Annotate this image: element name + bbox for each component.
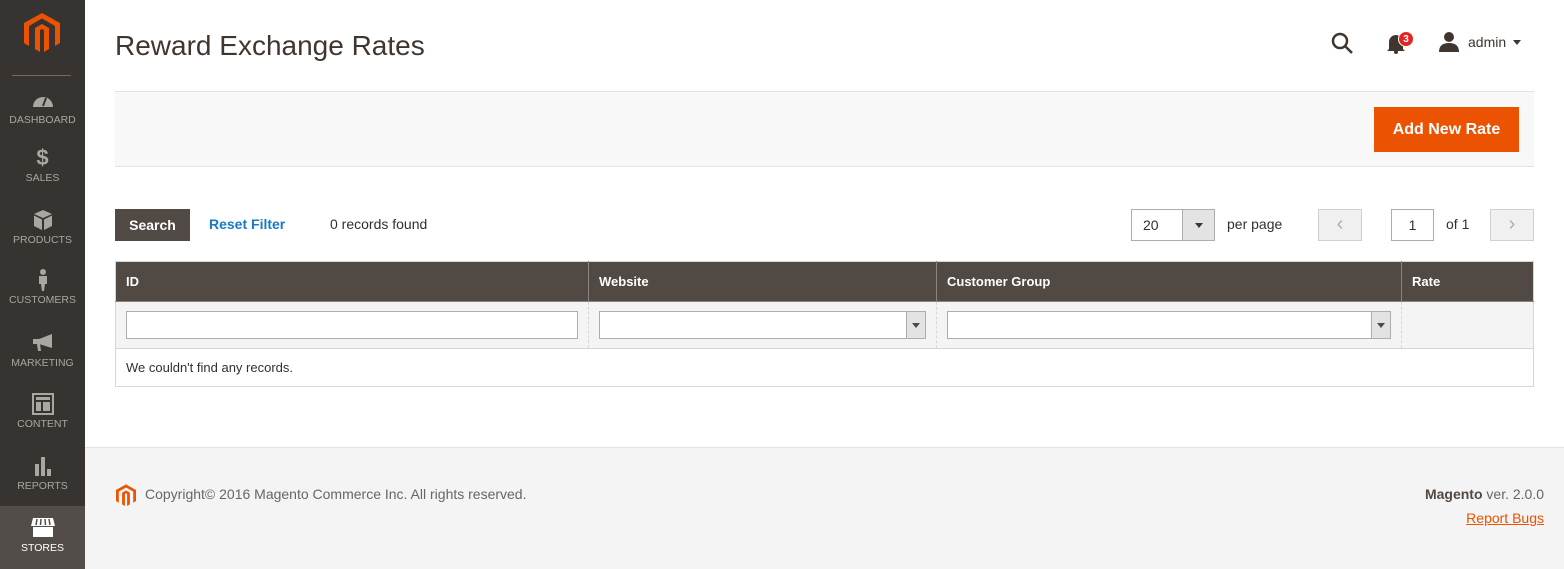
customer-group-filter-select[interactable]	[947, 311, 1391, 339]
bar-chart-icon	[34, 457, 51, 476]
sidebar-item-dashboard[interactable]: DASHBOARD	[0, 88, 85, 150]
add-new-rate-button[interactable]: Add New Rate	[1374, 107, 1519, 152]
brand-name: Magento	[1424, 486, 1483, 502]
chevron-left-icon: ‹	[1336, 213, 1344, 235]
per-page-label: per page	[1227, 216, 1283, 232]
sidebar-item-customers[interactable]: CUSTOMERS	[0, 268, 85, 330]
reset-filter-link[interactable]: Reset Filter	[209, 216, 285, 232]
report-bugs-link[interactable]: Report Bugs	[1466, 510, 1544, 526]
dashboard-icon	[32, 97, 53, 107]
total-pages-label: of 1	[1446, 216, 1470, 232]
dollar-icon: $	[36, 145, 49, 170]
copyright-text: Copyright© 2016 Magento Commerce Inc. Al…	[145, 486, 527, 502]
chevron-right-icon: ›	[1508, 213, 1516, 235]
storefront-icon	[30, 518, 55, 537]
website-filter-select[interactable]	[599, 311, 926, 339]
sidebar-item-label: REPORTS	[17, 480, 68, 492]
user-menu[interactable]: admin	[1438, 31, 1522, 53]
filter-cell-website	[588, 301, 937, 349]
sidebar-item-label: STORES	[21, 542, 64, 554]
id-filter-input[interactable]	[126, 311, 578, 339]
search-button[interactable]: Search	[115, 209, 190, 241]
sidebar-item-label: DASHBOARD	[9, 114, 76, 126]
empty-row: We couldn't find any records.	[115, 348, 1534, 387]
search-icon[interactable]	[1330, 31, 1354, 55]
version-text: Magento ver. 2.0.0	[1425, 486, 1544, 502]
chevron-down-icon[interactable]	[1371, 312, 1390, 338]
sidebar-item-label: SALES	[25, 172, 60, 184]
per-page-value: 20	[1143, 217, 1159, 233]
version-number: ver. 2.0.0	[1482, 486, 1544, 502]
filter-row	[115, 301, 1534, 349]
column-header-customer-group[interactable]: Customer Group	[936, 261, 1402, 302]
column-header-website[interactable]: Website	[588, 261, 937, 302]
sidebar-item-label: PRODUCTS	[13, 234, 72, 246]
empty-message: We couldn't find any records.	[115, 348, 1534, 387]
username: admin	[1468, 34, 1507, 50]
chevron-down-icon[interactable]	[1182, 210, 1214, 240]
filter-cell-rate	[1401, 301, 1534, 349]
box-icon	[33, 210, 52, 230]
filter-cell-customer-group	[936, 301, 1402, 349]
page-title: Reward Exchange Rates	[115, 30, 425, 61]
sidebar-item-stores[interactable]: STORES	[0, 506, 85, 569]
layout-icon	[31, 393, 54, 415]
sidebar-item-sales[interactable]: $ SALES	[0, 146, 85, 208]
sidebar-item-products[interactable]: PRODUCTS	[0, 208, 85, 270]
column-header-id[interactable]: ID	[115, 261, 589, 302]
previous-page-button[interactable]: ‹	[1318, 209, 1362, 241]
sidebar-item-label: MARKETING	[11, 357, 74, 369]
sidebar-item-marketing[interactable]: MARKETING	[0, 331, 85, 393]
rates-grid: ID Website Customer Group Rate We couldn…	[115, 261, 1534, 387]
records-count: 0 records found	[330, 216, 428, 232]
logo-divider	[12, 75, 71, 76]
filter-cell-id	[115, 301, 589, 349]
footer	[85, 447, 1564, 569]
person-icon	[38, 269, 47, 291]
current-page-input[interactable]	[1391, 209, 1434, 241]
grid-header-row: ID Website Customer Group Rate	[115, 261, 1534, 302]
sidebar: DASHBOARD $ SALES PRODUCTS CUSTOMERS MAR…	[0, 0, 85, 569]
page-actions-bar	[115, 91, 1534, 167]
magento-logo-icon	[116, 484, 136, 507]
sidebar-item-label: CUSTOMERS	[9, 294, 76, 306]
next-page-button[interactable]: ›	[1490, 209, 1534, 241]
chevron-down-icon	[1513, 39, 1522, 45]
notification-badge[interactable]: 3	[1398, 31, 1414, 47]
user-icon	[1439, 32, 1459, 52]
sidebar-item-content[interactable]: CONTENT	[0, 392, 85, 454]
column-header-rate[interactable]: Rate	[1401, 261, 1534, 302]
per-page-select[interactable]: 20	[1131, 209, 1215, 241]
chevron-down-icon[interactable]	[906, 312, 925, 338]
sidebar-item-label: CONTENT	[17, 418, 68, 430]
magento-logo-icon[interactable]	[24, 13, 60, 53]
megaphone-icon	[32, 334, 52, 351]
